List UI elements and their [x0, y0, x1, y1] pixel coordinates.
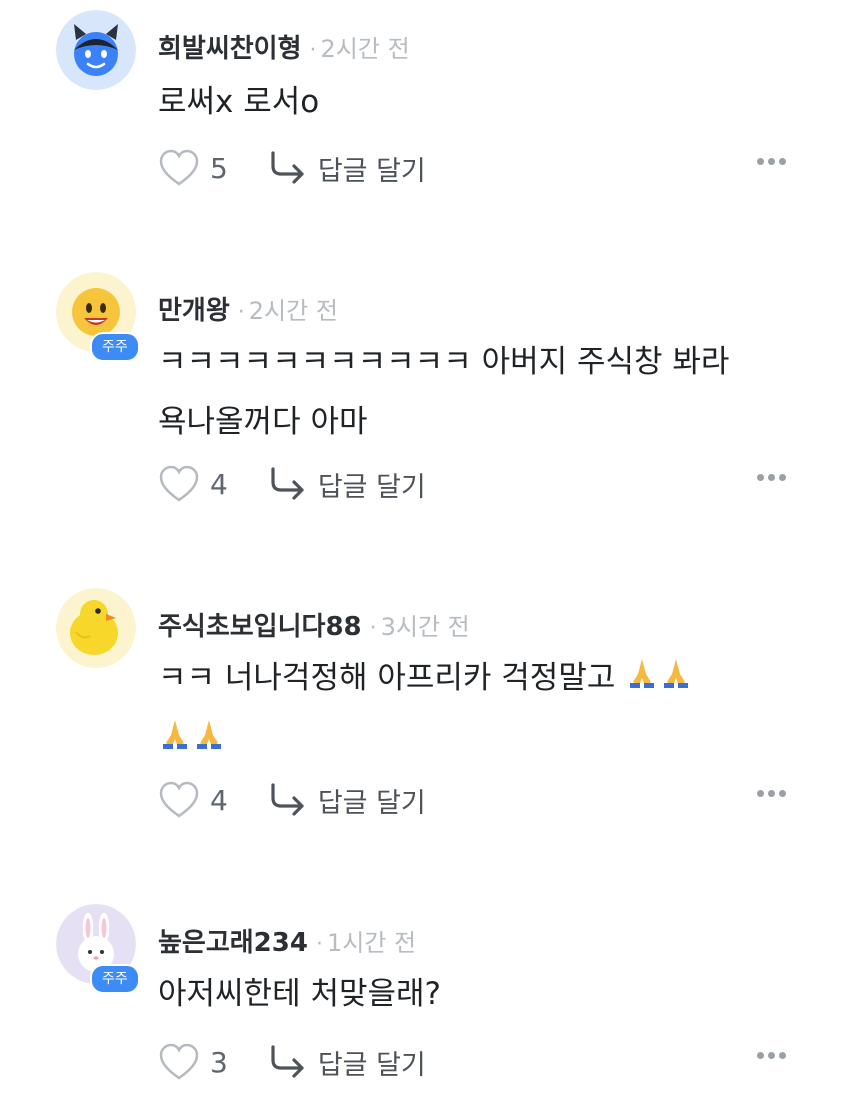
- comment-body: ㅋㅋ 너나걱정해 아프리카 걱정말고: [158, 648, 798, 771]
- reply-label: 답글 달기: [317, 155, 426, 187]
- devil-avatar-icon[interactable]: [56, 10, 136, 90]
- separator-dot: ·: [315, 932, 323, 957]
- like-count: 4: [210, 783, 228, 817]
- reply-label: 답글 달기: [317, 787, 426, 819]
- separator-dot: ·: [309, 38, 317, 63]
- heart-icon: [159, 465, 199, 502]
- comment-actions: 4 답글 달기: [158, 464, 808, 504]
- comment-body: 로써x 로서o: [158, 72, 798, 132]
- separator-dot: ·: [237, 300, 245, 325]
- comment-line-wrap: ㅋㅋ 너나걱정해 아프리카 걱정말고: [158, 648, 798, 710]
- comment-body: 아저씨한테 처맞을래?: [158, 964, 798, 1024]
- comment-actions: 3 답글 달기: [158, 1042, 808, 1082]
- comment-header: 만개왕 · 2시간 전: [158, 290, 338, 327]
- chick-avatar-icon[interactable]: [56, 588, 136, 668]
- heart-icon: [159, 1043, 199, 1080]
- comment-line: ㅋㅋㅋㅋㅋㅋㅋㅋㅋㅋㅋ 아버지 주식창 봐라: [158, 344, 730, 380]
- reply-button[interactable]: 답글 달기: [268, 1043, 426, 1082]
- comment-actions: 4 답글 달기: [158, 780, 808, 820]
- timestamp: 3시간 전: [380, 613, 470, 641]
- comment-line: 욕나올꺼다 아마: [158, 404, 368, 440]
- reply-arrow-icon: [271, 467, 304, 500]
- comment-item: 희발씨찬이형 · 2시간 전 로써x 로서o 5 답글 달기: [0, 10, 850, 210]
- timestamp: 2시간 전: [320, 35, 410, 63]
- reply-label: 답글 달기: [317, 1049, 426, 1081]
- like-count: 5: [210, 151, 228, 185]
- more-options-icon[interactable]: [757, 158, 786, 165]
- like-button[interactable]: 4: [158, 464, 228, 504]
- username[interactable]: 주식초보입니다88: [158, 606, 362, 643]
- comment-line: 로써x 로서o: [158, 84, 320, 120]
- comment-line-wrap: [158, 710, 798, 772]
- comment-item: 주식초보입니다88 · 3시간 전 ㅋㅋ 너나걱정해 아프리카 걱정말고 4 답…: [0, 588, 850, 838]
- like-count: 4: [210, 467, 228, 501]
- comment-line: 아저씨한테 처맞을래?: [158, 976, 441, 1012]
- like-count: 3: [210, 1045, 228, 1079]
- like-button[interactable]: 4: [158, 780, 228, 820]
- praying-hands-icon: [625, 650, 659, 710]
- more-options-icon[interactable]: [757, 474, 786, 481]
- reply-button[interactable]: 답글 달기: [268, 465, 426, 504]
- timestamp: 1시간 전: [326, 929, 417, 957]
- praying-hands-icon: [192, 711, 226, 771]
- heart-icon: [159, 149, 199, 186]
- comment-header: 희발씨찬이형 · 2시간 전: [158, 28, 410, 65]
- shareholder-badge: 주주: [90, 332, 140, 362]
- reply-label: 답글 달기: [317, 471, 426, 503]
- more-options-icon[interactable]: [757, 790, 786, 797]
- comment-actions: 5 답글 달기: [158, 148, 808, 188]
- reply-button[interactable]: 답글 달기: [268, 781, 426, 820]
- comment-item: 주주 만개왕 · 2시간 전 ㅋㅋㅋㅋㅋㅋㅋㅋㅋㅋㅋ 아버지 주식창 봐라 욕나…: [0, 272, 850, 522]
- heart-icon: [159, 781, 199, 818]
- like-button[interactable]: 5: [158, 148, 228, 188]
- timestamp: 2시간 전: [248, 297, 338, 325]
- shareholder-badge: 주주: [90, 964, 140, 994]
- username[interactable]: 높은고래234: [158, 922, 308, 959]
- like-button[interactable]: 3: [158, 1042, 228, 1082]
- reply-arrow-icon: [271, 783, 304, 816]
- reply-arrow-icon: [271, 1045, 304, 1078]
- more-options-icon[interactable]: [757, 1052, 786, 1059]
- comment-header: 높은고래234 · 1시간 전: [158, 922, 416, 959]
- reply-arrow-icon: [271, 151, 304, 184]
- comment-line: ㅋㅋ 너나걱정해 아프리카 걱정말고: [158, 660, 616, 696]
- comment-item: 주주 높은고래234 · 1시간 전 아저씨한테 처맞을래? 3 답글 달기: [0, 904, 850, 1094]
- comment-body: ㅋㅋㅋㅋㅋㅋㅋㅋㅋㅋㅋ 아버지 주식창 봐라 욕나올꺼다 아마: [158, 332, 798, 452]
- username[interactable]: 희발씨찬이형: [158, 28, 302, 65]
- comment-header: 주식초보입니다88 · 3시간 전: [158, 606, 470, 643]
- username[interactable]: 만개왕: [158, 290, 230, 327]
- praying-hands-icon: [158, 711, 192, 771]
- praying-hands-icon: [659, 650, 693, 710]
- separator-dot: ·: [369, 616, 377, 641]
- reply-button[interactable]: 답글 달기: [268, 149, 426, 188]
